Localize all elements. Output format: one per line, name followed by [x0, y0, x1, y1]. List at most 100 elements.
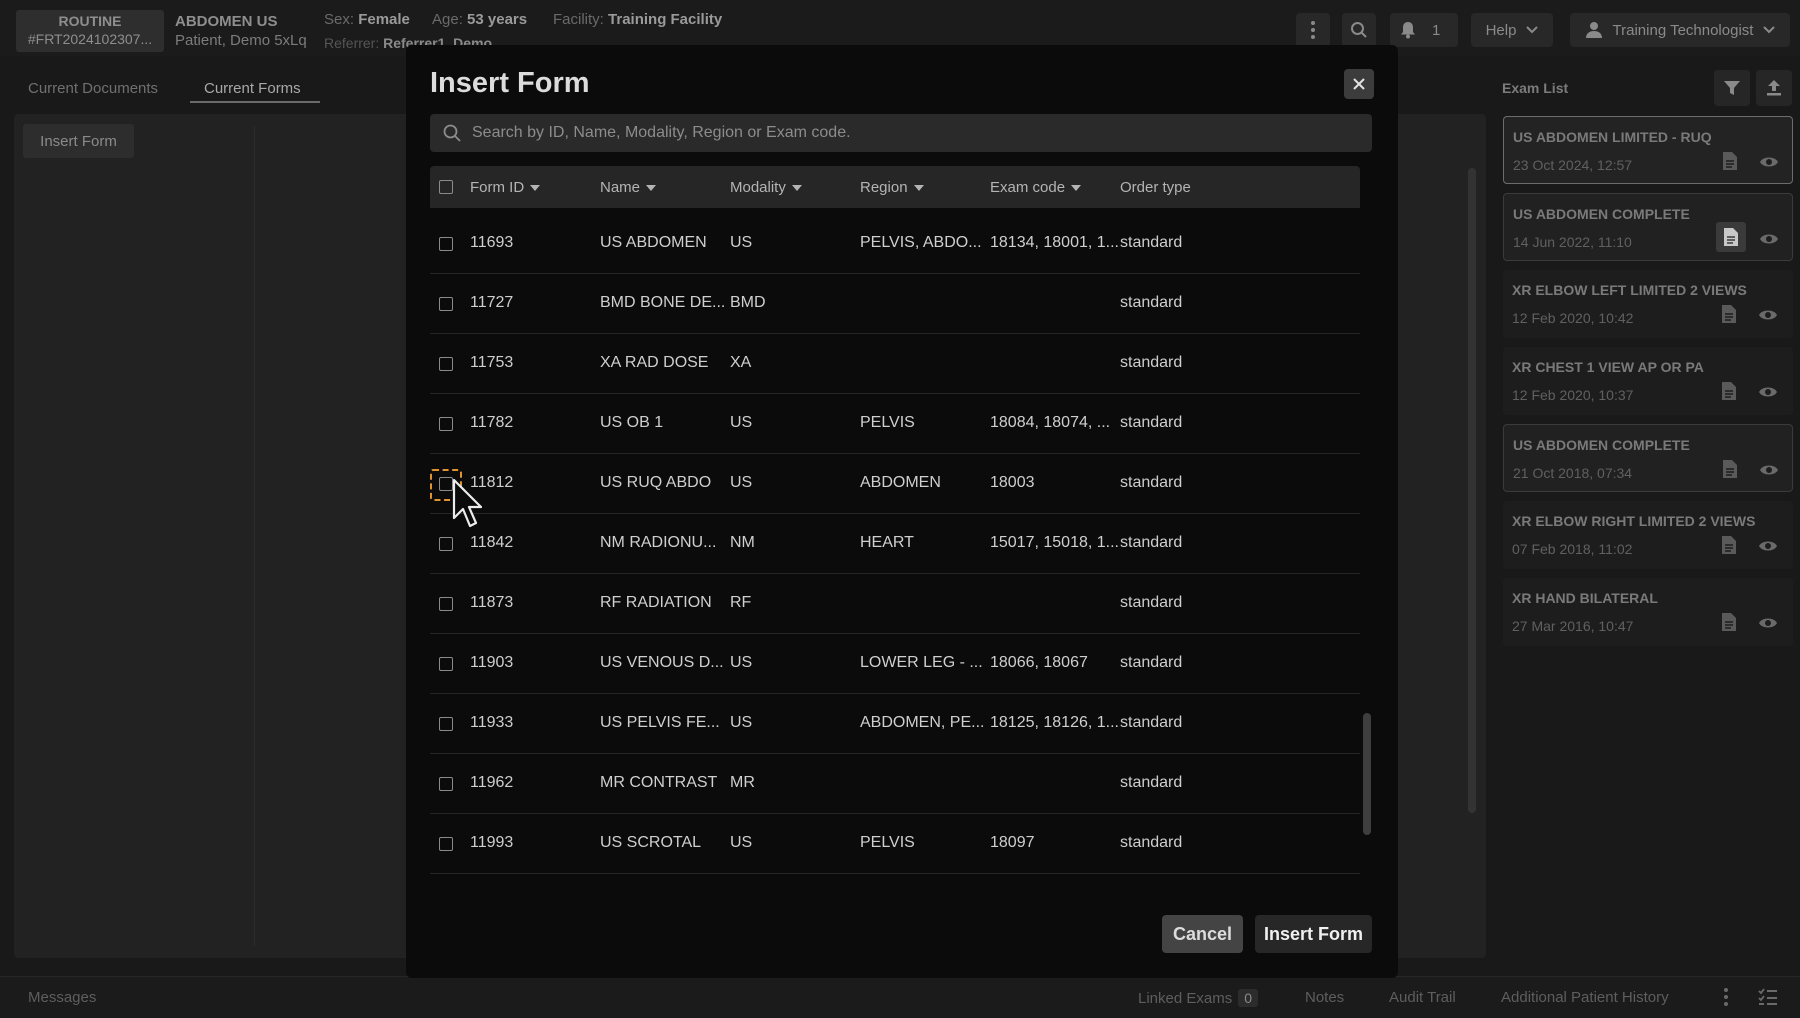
cancel-button[interactable]: Cancel: [1162, 915, 1243, 953]
table-row[interactable]: 11812 US RUQ ABDO US ABDOMEN 18003 standard: [430, 454, 1360, 514]
table-row[interactable]: 11727 BMD BONE DE... BMD standard: [430, 274, 1360, 334]
insert-form-side-button[interactable]: Insert Form: [23, 124, 134, 158]
kebab-menu-icon: [1311, 21, 1315, 39]
more-options-button[interactable]: [1296, 13, 1330, 47]
messages-tab[interactable]: Messages: [28, 989, 96, 1006]
row-checkbox[interactable]: [439, 717, 453, 731]
table-row[interactable]: 11933 US PELVIS FE... US ABDOMEN, PE... 1812…: [430, 694, 1360, 754]
user-menu[interactable]: Training Technologist: [1570, 13, 1790, 47]
cell-name: XA RAD DOSE: [600, 354, 709, 371]
exam-item-title: US ABDOMEN LIMITED - RUQ: [1513, 129, 1712, 145]
table-row[interactable]: 11903 US VENOUS D... US LOWER LEG - ... 1806…: [430, 634, 1360, 694]
exam-list-item[interactable]: XR CHEST 1 VIEW AP OR PA 12 Feb 2020, 10:…: [1503, 347, 1793, 415]
exam-item-date: 07 Feb 2018, 11:02: [1512, 541, 1633, 557]
exam-item-title: US ABDOMEN COMPLETE: [1513, 206, 1690, 222]
eye-icon[interactable]: [1758, 616, 1778, 635]
panel-scrollbar[interactable]: [1468, 168, 1476, 813]
table-row[interactable]: 11873 RF RADIATION RF standard: [430, 574, 1360, 634]
checklist-icon: [1758, 988, 1777, 1005]
search-button[interactable]: [1342, 13, 1376, 47]
cell-order-type: standard: [1120, 354, 1183, 371]
form-search-input[interactable]: [472, 124, 1352, 142]
bell-icon: [1401, 22, 1415, 39]
exam-list-item[interactable]: XR HAND BILATERAL 27 Mar 2016, 10:47: [1503, 578, 1793, 646]
table-row[interactable]: 11753 XA RAD DOSE XA standard: [430, 334, 1360, 394]
forms-table-body: 11693 US ABDOMEN US PELVIS, ABDO... 18134, 1…: [430, 208, 1360, 920]
table-scrollbar-thumb[interactable]: [1363, 713, 1371, 835]
cell-modality: MR: [730, 774, 755, 791]
document-icon[interactable]: [1722, 151, 1738, 176]
table-row[interactable]: 11842 NM RADIONU... NM HEART 15017, 15018, 1…: [430, 514, 1360, 574]
additional-history-tab[interactable]: Additional Patient History: [1501, 989, 1669, 1006]
linked-exams-count: 0: [1238, 989, 1259, 1007]
row-checkbox[interactable]: [439, 417, 453, 431]
row-checkbox[interactable]: [439, 657, 453, 671]
cell-modality: BMD: [730, 294, 766, 311]
patient-sex: Sex: Female: [324, 11, 410, 28]
insert-form-button[interactable]: Insert Form: [1255, 915, 1372, 953]
column-exam-code[interactable]: Exam code: [990, 179, 1082, 196]
bottom-more-button[interactable]: [1723, 987, 1729, 1011]
select-all-checkbox[interactable]: [439, 180, 453, 194]
checklist-button[interactable]: [1758, 987, 1778, 1011]
row-checkbox[interactable]: [439, 597, 453, 611]
exam-list-item[interactable]: US ABDOMEN LIMITED - RUQ 23 Oct 2024, 12:…: [1503, 116, 1793, 184]
exam-item-date: 14 Jun 2022, 11:10: [1513, 234, 1632, 250]
notifications-button[interactable]: 1: [1390, 13, 1458, 47]
eye-icon[interactable]: [1758, 308, 1778, 327]
eye-icon[interactable]: [1758, 385, 1778, 404]
audit-trail-tab[interactable]: Audit Trail: [1389, 989, 1456, 1006]
exam-list-item[interactable]: US ABDOMEN COMPLETE 21 Oct 2018, 07:34: [1503, 424, 1793, 492]
cell-name: US OB 1: [600, 414, 664, 431]
row-checkbox[interactable]: [439, 297, 453, 311]
row-checkbox[interactable]: [439, 777, 453, 791]
table-row[interactable]: 11782 US OB 1 US PELVIS 18084, 18074, ... sta…: [430, 394, 1360, 454]
row-checkbox[interactable]: [439, 837, 453, 851]
row-checkbox[interactable]: [439, 357, 453, 371]
cell-region: PELVIS: [860, 834, 915, 851]
table-row[interactable]: 11693 US ABDOMEN US PELVIS, ABDO... 18134, 1…: [430, 214, 1360, 274]
priority-badge[interactable]: ROUTINE #FRT2024102307...: [16, 10, 164, 52]
cell-exam-code: 15017, 15018, 1...: [990, 534, 1119, 551]
column-order-type[interactable]: Order type: [1120, 179, 1191, 196]
table-row[interactable]: 11993 US SCROTAL US PELVIS 18097 standard: [430, 814, 1360, 874]
eye-icon[interactable]: [1759, 155, 1779, 174]
column-modality[interactable]: Modality: [730, 179, 802, 196]
document-icon[interactable]: [1721, 304, 1737, 329]
mouse-cursor-icon: [452, 478, 482, 528]
document-icon[interactable]: [1716, 222, 1746, 252]
upload-button[interactable]: [1756, 70, 1792, 106]
exam-list-item[interactable]: XR ELBOW RIGHT LIMITED 2 VIEWS 07 Feb 201…: [1503, 501, 1793, 569]
sort-caret-icon: [646, 184, 657, 191]
cell-region: PELVIS: [860, 414, 915, 431]
close-button[interactable]: [1344, 69, 1374, 99]
linked-exams-tab[interactable]: Linked Exams 0: [1138, 989, 1259, 1007]
eye-icon[interactable]: [1759, 232, 1779, 251]
patient-age: Age: 53 years: [432, 11, 528, 28]
tab-current-documents[interactable]: Current Documents: [28, 80, 158, 97]
table-row[interactable]: 11962 MR CONTRAST MR standard: [430, 754, 1360, 814]
cell-order-type: standard: [1120, 774, 1183, 791]
document-icon[interactable]: [1721, 535, 1737, 560]
column-region[interactable]: Region: [860, 179, 924, 196]
cell-modality: US: [730, 834, 753, 851]
exam-item-title: XR HAND BILATERAL: [1512, 590, 1658, 606]
exam-list-item[interactable]: US ABDOMEN COMPLETE 14 Jun 2022, 11:10: [1503, 193, 1793, 261]
cell-order-type: standard: [1120, 654, 1183, 671]
row-checkbox[interactable]: [439, 237, 453, 251]
row-checkbox[interactable]: [439, 477, 453, 491]
eye-icon[interactable]: [1758, 539, 1778, 558]
tab-current-forms[interactable]: Current Forms: [204, 80, 301, 97]
cell-id: 11782: [470, 414, 514, 431]
column-form-id[interactable]: Form ID: [470, 179, 541, 196]
filter-button[interactable]: [1714, 70, 1750, 106]
notes-tab[interactable]: Notes: [1305, 989, 1344, 1006]
help-dropdown[interactable]: Help: [1471, 13, 1553, 47]
eye-icon[interactable]: [1759, 463, 1779, 482]
document-icon[interactable]: [1722, 459, 1738, 484]
document-icon[interactable]: [1721, 381, 1737, 406]
row-checkbox[interactable]: [439, 537, 453, 551]
document-icon[interactable]: [1721, 612, 1737, 637]
column-name[interactable]: Name: [600, 179, 657, 196]
exam-list-item[interactable]: XR ELBOW LEFT LIMITED 2 VIEWS 12 Feb 2020…: [1503, 270, 1793, 338]
